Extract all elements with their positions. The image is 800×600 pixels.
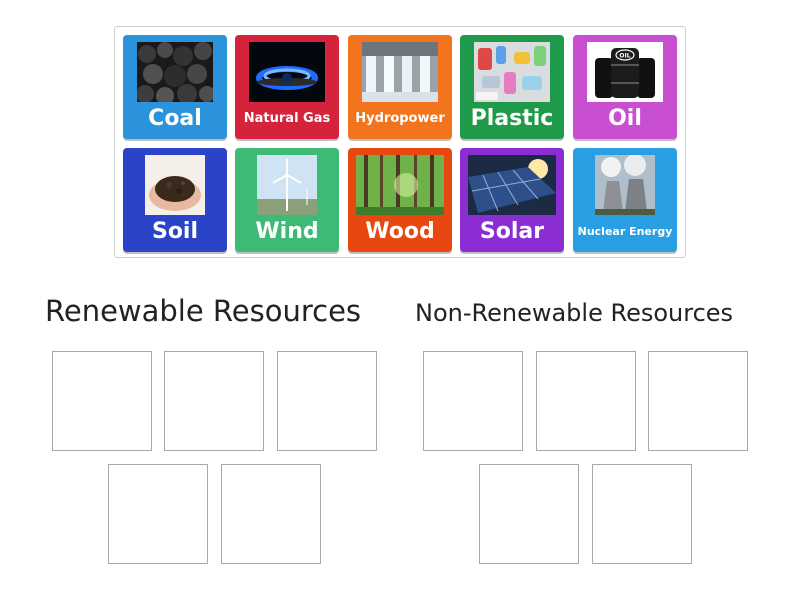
tile-label: Plastic	[470, 105, 554, 131]
tile-label: Natural Gas	[243, 110, 331, 126]
tile-label: Soil	[151, 218, 199, 244]
tile-label: Solar	[479, 218, 545, 244]
solar-panels-image	[468, 155, 556, 215]
tile-label: Oil	[608, 105, 642, 131]
tile-oil[interactable]: OIL Oil	[573, 35, 677, 139]
renewable-drop-slot[interactable]	[52, 351, 152, 451]
coal-image	[137, 42, 213, 102]
gas-flame-image	[249, 42, 325, 102]
tile-nuclear-energy[interactable]: Nuclear Energy	[573, 148, 677, 252]
renewable-heading: Renewable Resources	[45, 294, 362, 328]
tile-tray: Coal Natural Gas Hydropower Plastic OIL …	[114, 26, 686, 258]
renewable-drop-slot[interactable]	[164, 351, 264, 451]
cooling-towers-image	[595, 155, 655, 215]
nonrenewable-heading: Non-Renewable Resources	[415, 299, 734, 327]
nonrenewable-drop-slot[interactable]	[536, 351, 636, 451]
soil-hands-image	[145, 155, 205, 215]
forest-image	[356, 155, 444, 215]
tile-wood[interactable]: Wood	[348, 148, 452, 252]
tile-soil[interactable]: Soil	[123, 148, 227, 252]
tile-label: Wind	[255, 218, 319, 244]
renewable-drop-slot[interactable]	[108, 464, 208, 564]
nonrenewable-drop-slot[interactable]	[479, 464, 579, 564]
tile-label: Hydropower	[355, 110, 445, 126]
tile-label: Coal	[148, 105, 202, 131]
tile-solar[interactable]: Solar	[460, 148, 564, 252]
nonrenewable-drop-slot[interactable]	[648, 351, 748, 451]
tile-label: Nuclear Energy	[577, 224, 673, 238]
nonrenewable-drop-slot[interactable]	[592, 464, 692, 564]
dam-image	[362, 42, 438, 102]
nonrenewable-drop-slot[interactable]	[423, 351, 523, 451]
renewable-drop-slot[interactable]	[221, 464, 321, 564]
tile-label: Wood	[365, 218, 435, 244]
svg-text:OIL: OIL	[619, 53, 630, 60]
renewable-drop-slot[interactable]	[277, 351, 377, 451]
wind-turbine-image	[257, 155, 317, 215]
oil-barrels-image: OIL	[587, 42, 663, 102]
tile-hydropower[interactable]: Hydropower	[348, 35, 452, 139]
tile-coal[interactable]: Coal	[123, 35, 227, 139]
plastic-waste-image	[474, 42, 550, 102]
tile-wind[interactable]: Wind	[235, 148, 339, 252]
tile-natural-gas[interactable]: Natural Gas	[235, 35, 339, 139]
tile-plastic[interactable]: Plastic	[460, 35, 564, 139]
